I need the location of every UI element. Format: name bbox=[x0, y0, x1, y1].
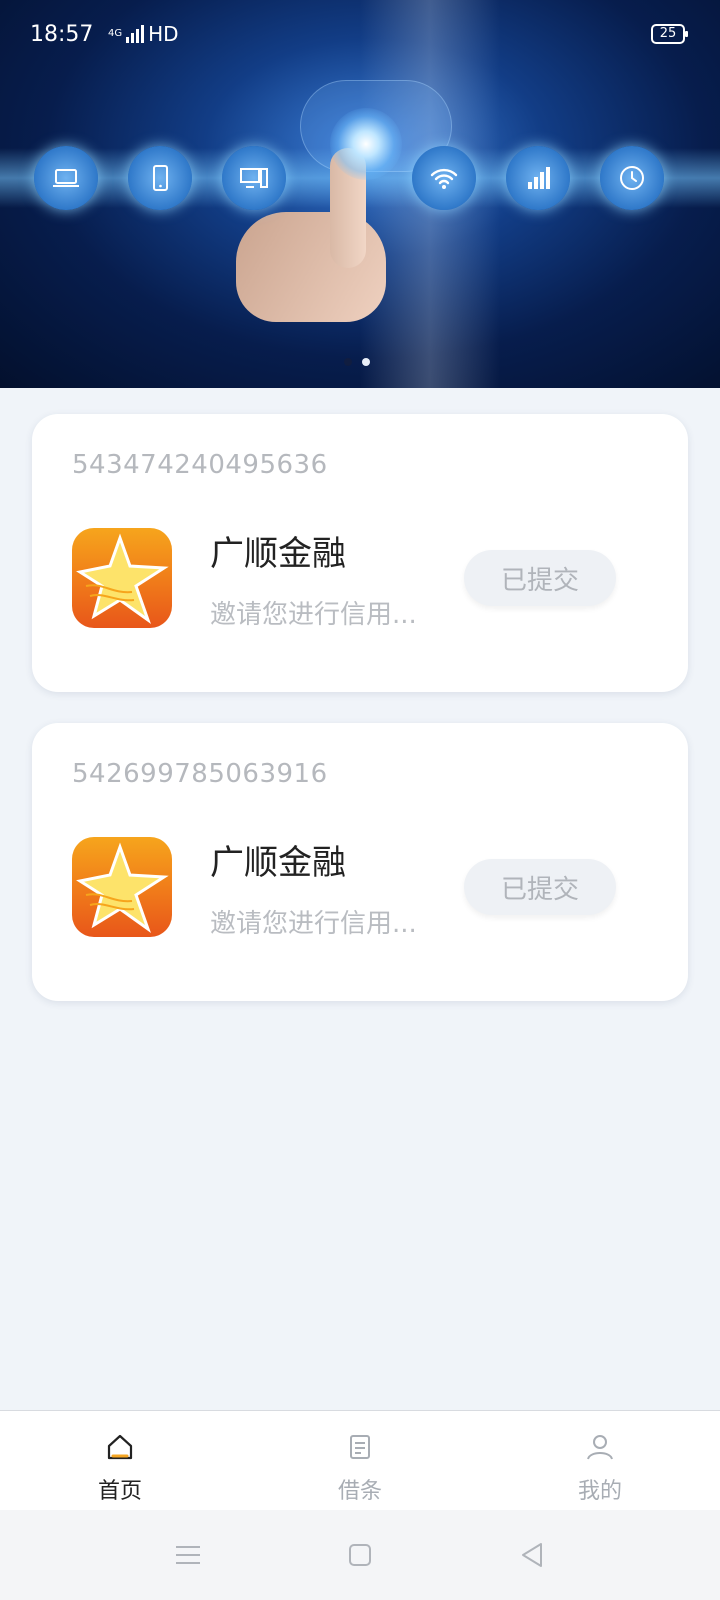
pagination-dot bbox=[344, 358, 352, 366]
laptop-icon bbox=[34, 146, 98, 210]
loan-card[interactable]: 542699785063916 广顺金融 邀请您进行信用... 已提交 bbox=[32, 723, 688, 1001]
tab-home[interactable]: 首页 bbox=[40, 1411, 200, 1511]
phone-icon bbox=[128, 146, 192, 210]
home-icon bbox=[107, 1434, 133, 1460]
tab-iou[interactable]: 借条 bbox=[280, 1411, 440, 1511]
submitted-status-button[interactable]: 已提交 bbox=[464, 859, 616, 915]
card-id: 542699785063916 bbox=[72, 759, 328, 789]
pagination-dot-active bbox=[362, 358, 370, 366]
app-description: 邀请您进行信用... bbox=[210, 909, 417, 939]
network-indicator: 4G HD bbox=[108, 22, 179, 46]
signal-icon bbox=[506, 146, 570, 210]
app-name: 广顺金融 bbox=[210, 534, 346, 574]
star-app-logo-icon bbox=[72, 528, 172, 628]
tab-label: 我的 bbox=[577, 1479, 622, 1504]
back-icon[interactable] bbox=[515, 1538, 549, 1572]
signal-strength-icon bbox=[126, 25, 145, 43]
card-id: 543474240495636 bbox=[72, 450, 328, 480]
home-square-icon[interactable] bbox=[343, 1538, 377, 1572]
status-bar: 18:57 4G HD 25 bbox=[0, 0, 720, 72]
app-description: 邀请您进行信用... bbox=[210, 600, 417, 630]
status-time: 18:57 bbox=[30, 22, 94, 47]
wifi-icon bbox=[412, 146, 476, 210]
system-nav-bar bbox=[0, 1510, 720, 1600]
submitted-status-button[interactable]: 已提交 bbox=[464, 550, 616, 606]
banner-pagination bbox=[344, 358, 370, 366]
app-name: 广顺金融 bbox=[210, 843, 346, 883]
clock-icon bbox=[600, 146, 664, 210]
document-icon bbox=[350, 1435, 370, 1459]
tab-label: 借条 bbox=[337, 1479, 382, 1504]
banner-spark-graphic bbox=[330, 108, 402, 180]
tab-label: 首页 bbox=[97, 1479, 142, 1504]
network-type: 4G bbox=[108, 28, 123, 39]
menu-icon[interactable] bbox=[171, 1538, 205, 1572]
desktop-icon bbox=[222, 146, 286, 210]
user-icon bbox=[587, 1435, 613, 1460]
battery-icon: 25 bbox=[651, 24, 688, 44]
bottom-tab-bar: 首页 借条 我的 bbox=[0, 1410, 720, 1511]
tab-mine[interactable]: 我的 bbox=[520, 1411, 680, 1511]
hd-label: HD bbox=[148, 22, 179, 46]
loan-card[interactable]: 543474240495636 广顺金融 邀请您进行信用... 已提交 bbox=[32, 414, 688, 692]
star-app-logo-icon bbox=[72, 837, 172, 937]
